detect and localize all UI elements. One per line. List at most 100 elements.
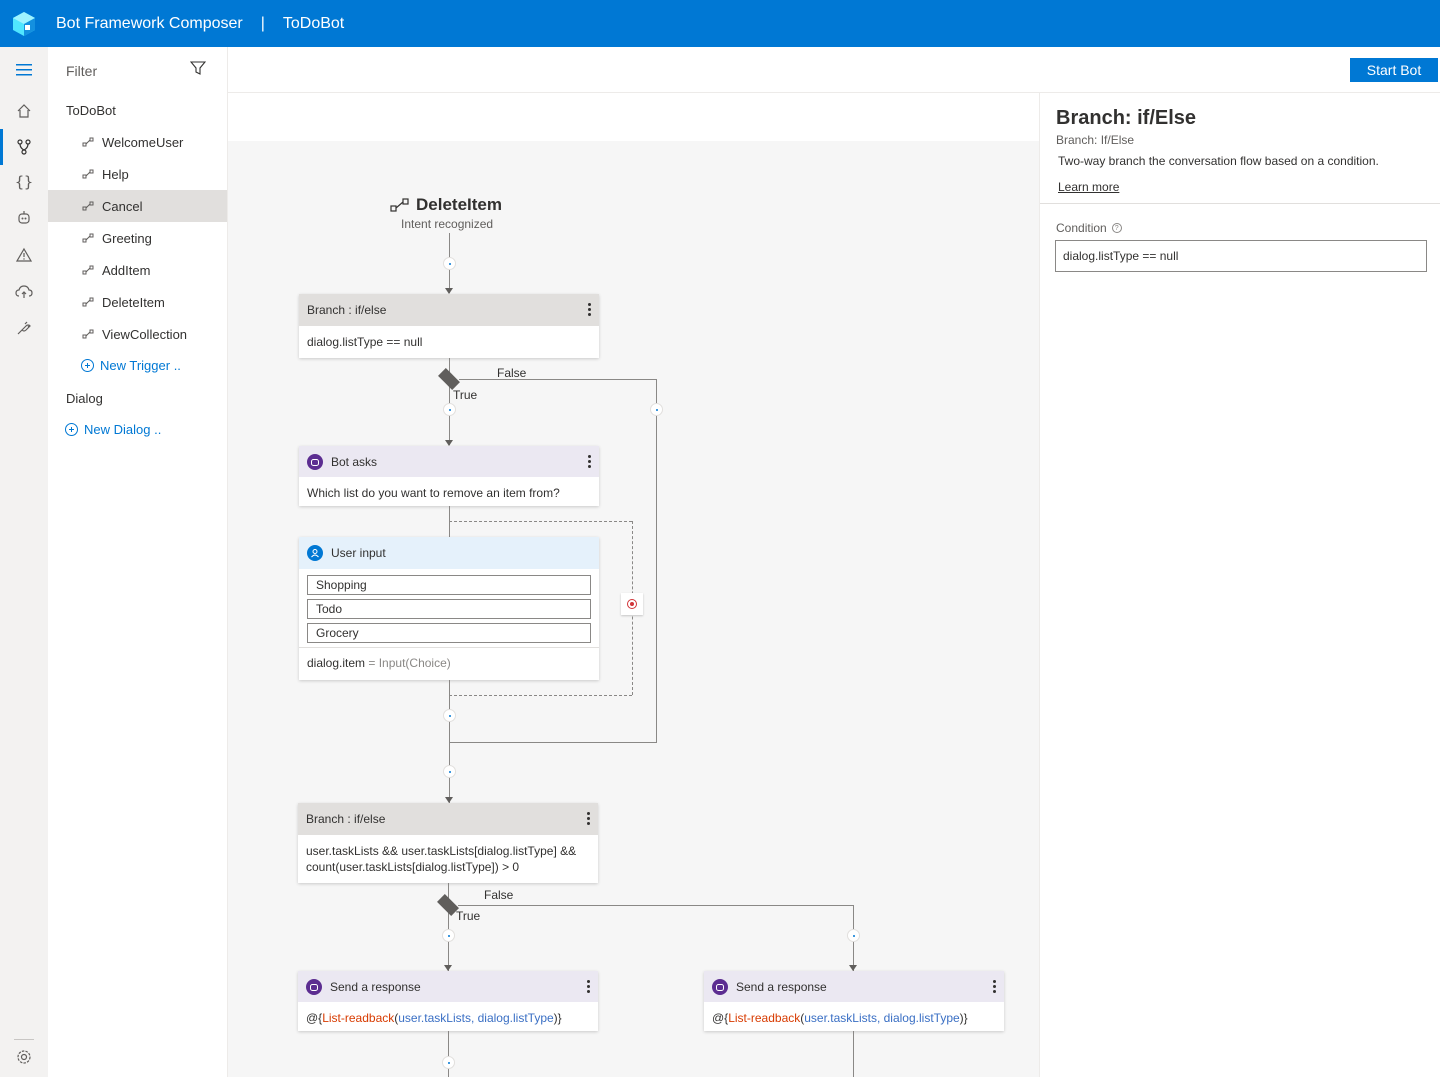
toolbar: Start Bot xyxy=(228,47,1440,93)
filter-input[interactable]: Filter xyxy=(66,63,97,79)
add-action-button[interactable] xyxy=(443,765,456,778)
nav-design[interactable] xyxy=(0,129,48,165)
nav-settings[interactable] xyxy=(0,1039,48,1075)
tree-item-label: WelcomeUser xyxy=(102,134,184,150)
tree-item-viewcollection[interactable]: ViewCollection xyxy=(48,318,227,350)
branch-card-1[interactable]: Branch : if/else dialog.listType == null xyxy=(299,294,599,358)
nav-publish[interactable] xyxy=(0,274,48,310)
false-label: False xyxy=(497,366,527,380)
condition-input[interactable] xyxy=(1055,240,1427,272)
lg-token: )} xyxy=(553,1011,562,1025)
lg-token: )} xyxy=(959,1011,968,1025)
more-menu-icon[interactable] xyxy=(993,980,996,993)
lg-token: @{ xyxy=(712,1011,729,1025)
branch-card-2[interactable]: Branch : if/else user.taskLists && user.… xyxy=(298,803,598,883)
error-badge[interactable] xyxy=(621,593,643,615)
branch-condition: user.taskLists && user.taskLists[dialog.… xyxy=(298,835,598,883)
design-flow-icon xyxy=(17,139,31,155)
add-action-button[interactable] xyxy=(443,709,456,722)
trigger-icon xyxy=(82,201,94,211)
learn-more-link[interactable]: Learn more xyxy=(1058,180,1119,194)
branch-card-title: Branch : if/else xyxy=(307,303,387,317)
nav-diagnostics[interactable] xyxy=(0,237,48,273)
branch-card-title: Branch : if/else xyxy=(306,812,386,826)
lg-template: @{List-readback(user.taskLists, dialog.l… xyxy=(704,1002,1004,1034)
tree-item-greeting[interactable]: Greeting xyxy=(48,222,227,254)
add-action-button[interactable] xyxy=(443,403,456,416)
more-menu-icon[interactable] xyxy=(588,455,591,468)
add-action-button[interactable] xyxy=(442,929,455,942)
tree-item-additem[interactable]: AddItem xyxy=(48,254,227,286)
branch-condition: dialog.listType == null xyxy=(307,335,423,349)
tree-item-cancel[interactable]: Cancel xyxy=(48,190,227,222)
tree-root-todobot[interactable]: ToDoBot xyxy=(66,103,116,118)
lg-template: @{List-readback(user.taskLists, dialog.l… xyxy=(298,1002,598,1034)
new-dialog-link[interactable]: New Dialog .. xyxy=(65,422,161,437)
tree-item-welcomeuser[interactable]: WelcomeUser xyxy=(48,126,227,158)
error-icon xyxy=(627,599,637,609)
input-property: dialog.item = Input(Choice) xyxy=(299,647,599,678)
lg-argument: user.taskLists xyxy=(398,1011,471,1025)
tree-section-dialog: Dialog xyxy=(66,391,103,406)
title-separator: | xyxy=(260,14,265,32)
choice-option: Shopping xyxy=(307,575,591,595)
composer-logo-icon xyxy=(13,11,35,36)
tree-item-deleteitem[interactable]: DeleteItem xyxy=(48,286,227,318)
add-action-button[interactable] xyxy=(443,257,456,270)
more-menu-icon[interactable] xyxy=(587,980,590,993)
bot-asks-title: Bot asks xyxy=(331,454,378,469)
start-bot-button[interactable]: Start Bot xyxy=(1350,58,1438,82)
add-action-button[interactable] xyxy=(650,403,663,416)
send-response-card-1[interactable]: Send a response @{List-readback(user.tas… xyxy=(298,971,598,1031)
plug-icon xyxy=(17,321,31,335)
nav-extensions[interactable] xyxy=(0,310,48,346)
loop-edge xyxy=(449,695,632,696)
condition-line: count(user.taskLists[dialog.listType]) >… xyxy=(306,860,520,874)
tree-item-help[interactable]: Help xyxy=(48,158,227,190)
edge xyxy=(656,379,657,743)
hamburger-button[interactable] xyxy=(0,52,48,88)
trigger-icon xyxy=(82,169,94,179)
visual-editor: DeleteItem Intent recognized Branch : if… xyxy=(228,93,1039,1077)
trigger-icon xyxy=(82,297,94,307)
trigger-icon xyxy=(82,137,94,147)
input-property-type: = Input(Choice) xyxy=(368,656,451,670)
add-action-button[interactable] xyxy=(442,1056,455,1069)
title-bar: Bot Framework Composer | ToDoBot xyxy=(0,0,1440,47)
nav-bot-responses[interactable] xyxy=(0,200,48,236)
send-response-header: Send a response xyxy=(298,971,598,1002)
add-circle-icon xyxy=(81,359,94,372)
tree-item-label: ViewCollection xyxy=(102,326,188,342)
user-input-title: User input xyxy=(331,546,386,560)
lg-token: @{ xyxy=(306,1011,323,1025)
send-response-card-2[interactable]: Send a response @{List-readback(user.tas… xyxy=(704,971,1004,1031)
user-input-header: User input xyxy=(299,537,599,569)
tree-item-label: Help xyxy=(102,166,129,182)
bot-asks-card[interactable]: Bot asks Which list do you want to remov… xyxy=(299,446,599,506)
add-action-button[interactable] xyxy=(847,929,860,942)
new-trigger-link[interactable]: New Trigger .. xyxy=(81,358,181,373)
more-menu-icon[interactable] xyxy=(588,303,591,316)
property-panel: Branch: if/Else Branch: If/Else Two-way … xyxy=(1039,93,1440,1077)
edge xyxy=(448,883,449,971)
true-label: True xyxy=(453,388,478,402)
bot-icon xyxy=(307,453,323,470)
edge xyxy=(448,1031,449,1077)
bot-icon xyxy=(18,211,30,224)
project-title: ToDoBot xyxy=(282,14,345,32)
trigger-node[interactable]: DeleteItem xyxy=(390,195,502,215)
lg-function: List-readback xyxy=(728,1011,801,1025)
lg-argument: dialog.listType xyxy=(477,1011,554,1025)
user-input-card[interactable]: User input Shopping Todo Grocery dialog.… xyxy=(299,537,599,680)
edge xyxy=(853,1031,854,1077)
more-menu-icon[interactable] xyxy=(587,812,590,825)
lg-function: List-readback xyxy=(322,1011,395,1025)
help-icon[interactable]: ? xyxy=(1111,223,1122,233)
edge xyxy=(458,905,854,906)
filter-icon[interactable] xyxy=(190,60,206,76)
false-label: False xyxy=(484,888,514,902)
send-response-title: Send a response xyxy=(330,979,421,994)
nav-language-understanding[interactable]: {} xyxy=(0,164,48,200)
tree-item-label: DeleteItem xyxy=(102,294,165,310)
nav-home[interactable] xyxy=(0,93,48,129)
